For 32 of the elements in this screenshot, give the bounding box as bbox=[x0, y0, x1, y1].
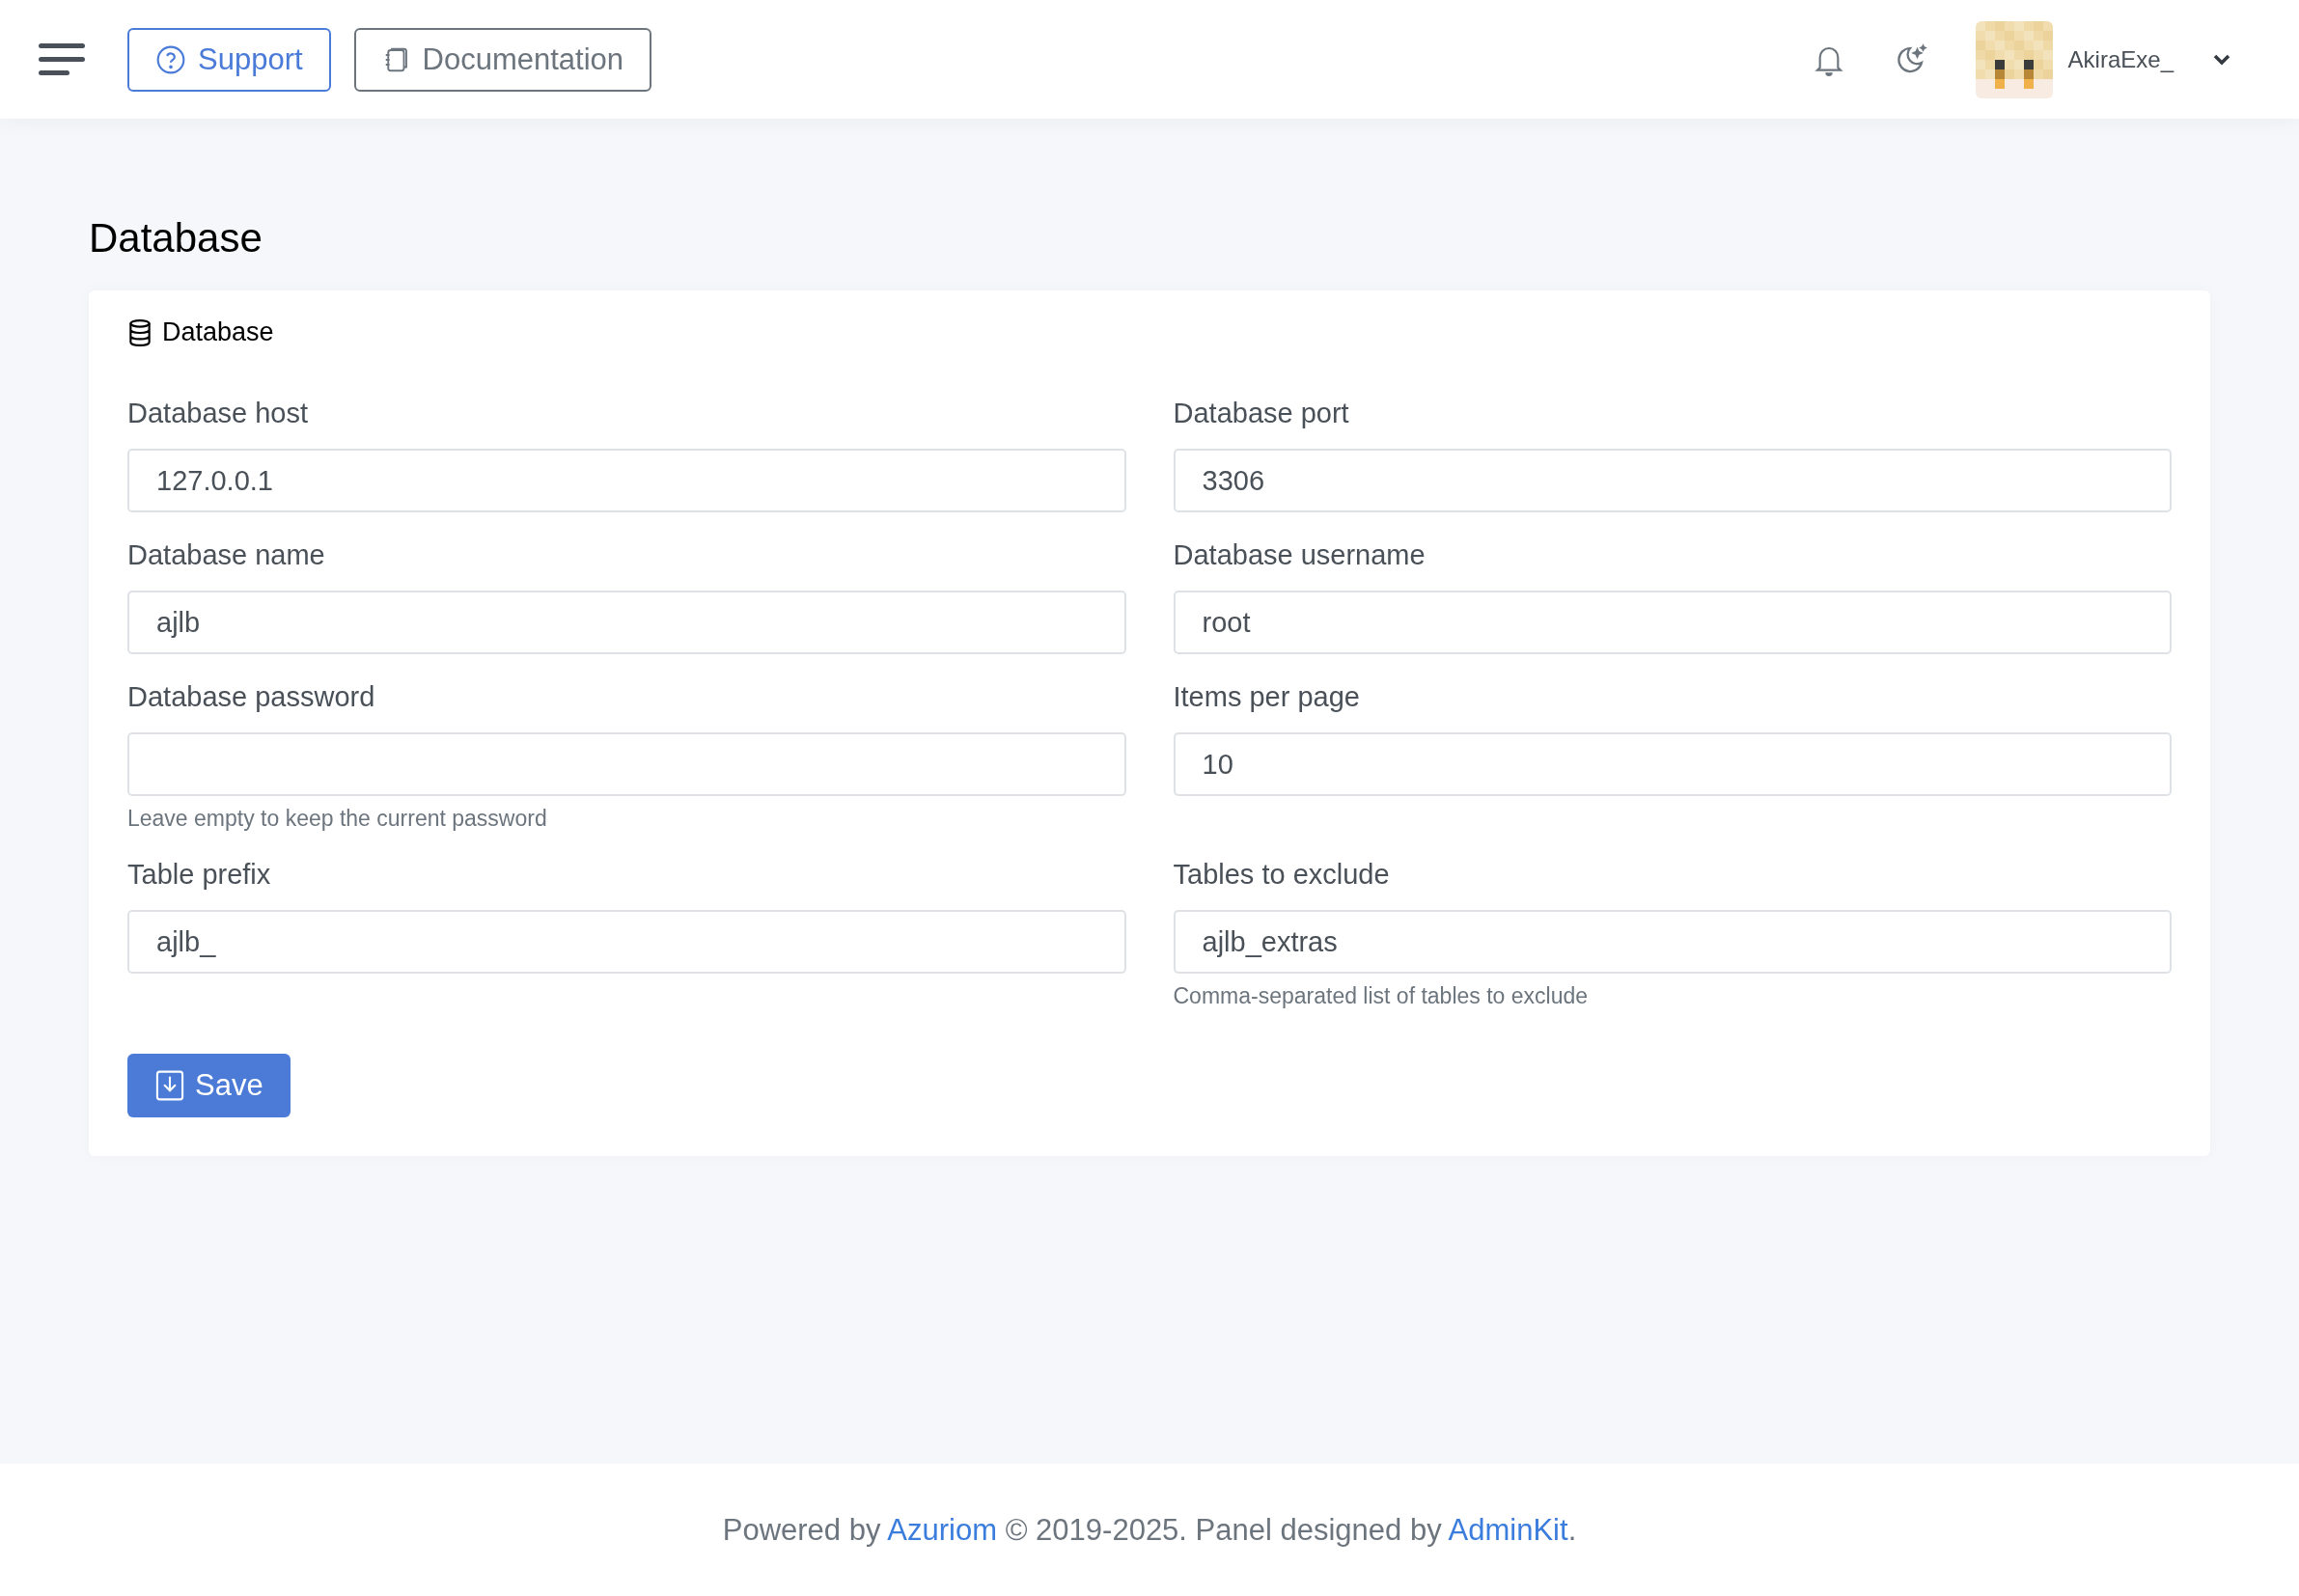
field-label: Database password bbox=[127, 681, 376, 713]
question-icon bbox=[155, 43, 186, 75]
save-button[interactable]: Save bbox=[127, 1054, 291, 1117]
input-field[interactable]: ajlb_extras bbox=[1173, 910, 2172, 974]
support-button[interactable]: Support bbox=[127, 27, 331, 92]
input-field[interactable]: ajlb bbox=[127, 591, 1126, 654]
input-field[interactable]: 127.0.0.1 bbox=[127, 449, 1126, 512]
field-label: Table prefix bbox=[127, 859, 272, 891]
page-title: Database bbox=[89, 215, 263, 261]
field-label: Tables to exclude bbox=[1173, 859, 1391, 891]
input-field[interactable]: 3306 bbox=[1173, 449, 2172, 512]
chevron-down-icon[interactable] bbox=[2212, 52, 2231, 67]
menu-icon[interactable] bbox=[39, 42, 85, 76]
help-text: Comma-separated list of tables to exclude bbox=[1173, 983, 1590, 1009]
input-field[interactable]: 10 bbox=[1173, 732, 2172, 796]
card-title: Database bbox=[162, 317, 274, 347]
field-label: Database host bbox=[127, 398, 309, 429]
field-label: Database port bbox=[1173, 398, 1350, 429]
documentation-button[interactable]: Documentation bbox=[353, 27, 652, 92]
download-icon bbox=[154, 1069, 185, 1102]
footer-link[interactable]: AdminKit bbox=[1448, 1512, 1568, 1547]
field-label: Items per page bbox=[1173, 681, 1361, 713]
input-field[interactable]: ajlb_ bbox=[127, 910, 1126, 974]
input-field[interactable]: root bbox=[1173, 591, 2172, 654]
field-label: Database username bbox=[1173, 539, 1426, 571]
user-name[interactable]: AkiraExe_ bbox=[2067, 45, 2174, 73]
database-icon bbox=[127, 317, 152, 347]
footer-text: Powered by Azuriom © 2019-2025. Panel designed by AdminKit. bbox=[722, 1512, 1577, 1548]
footer-link[interactable]: Azuriom bbox=[887, 1512, 998, 1547]
input-field[interactable] bbox=[127, 732, 1126, 796]
field-label: Database name bbox=[127, 539, 326, 571]
help-text: Leave empty to keep the current password bbox=[127, 806, 548, 832]
